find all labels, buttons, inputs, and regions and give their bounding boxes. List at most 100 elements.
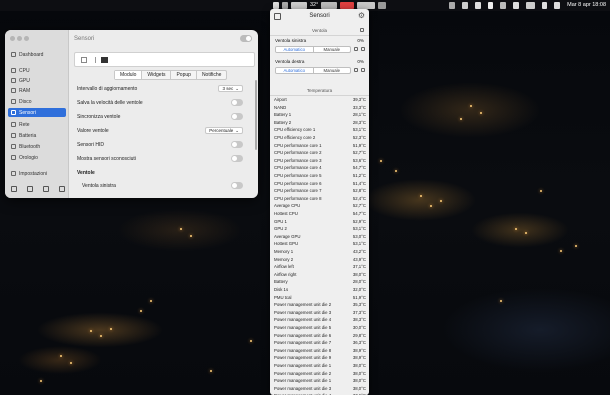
tab-popup[interactable]: Popup [171,71,197,79]
sensor-value: 43,9°C [352,256,366,262]
setting-toggle[interactable] [231,113,243,120]
sidebar-item-label: Rete [19,121,30,128]
sidebar-item-sensori[interactable]: Sensori [8,108,66,117]
menu-bar-clock[interactable]: Mar 8 apr 18:08 [567,0,606,11]
sensor-row: NAND 33,3°C [274,105,366,113]
scrollbar[interactable] [255,80,257,150]
battery-icon[interactable] [526,2,536,9]
sidebar-item-label: CPU [19,67,30,74]
wifi-icon[interactable] [513,2,520,9]
record-icon[interactable] [475,2,482,9]
network-icon [11,122,16,127]
disk-widget-icon[interactable] [378,2,387,9]
settings-sidebar: Dashboard CPU GPU RAM Disco Sensori Rete Batter… [5,30,69,198]
setting-row: Mostra sensori sconosciuti [77,154,249,164]
sensor-row: CPU performance core 6 51,4°C [274,181,366,189]
fan-off-icon[interactable] [354,68,358,72]
tab-widgets[interactable]: Widgets [142,71,172,79]
sensor-name: CPU performance core 4 [274,165,322,171]
sensor-row: Memory 2 43,9°C [274,257,366,265]
preview-widget-icon[interactable] [101,57,108,63]
city-light [250,340,252,342]
sensor-value: 39,3°C [352,97,366,102]
city-light [150,300,152,302]
play-icon[interactable] [488,2,494,9]
search-icon[interactable] [542,2,548,9]
fan-mode-automatic[interactable]: Automatico [276,68,314,73]
tab-modulo[interactable]: Modulo [115,71,143,79]
city-light [100,335,102,337]
sidebar-item-orologio[interactable]: Orologio [8,153,66,162]
module-enable-toggle[interactable] [240,35,252,42]
sidebar-item-gpu[interactable]: GPU [8,76,66,85]
sensor-row: CPU performance core 3 53,6°C [274,158,366,166]
fan-max-icon[interactable] [361,47,365,51]
ram-widget-icon[interactable] [291,2,307,9]
preview-sensor-icon[interactable] [81,57,87,63]
power-icon[interactable] [59,186,65,192]
app-icon[interactable] [462,2,469,9]
dropbox-icon[interactable] [449,2,456,9]
popup-title: Sensori [309,13,330,19]
sidebar-item-label: Batteria [19,132,37,139]
city-light [575,245,577,247]
sensor-value: 37,3°C [352,309,366,315]
zoom-window-button[interactable] [24,36,29,41]
sensor-value: 37,1°C [352,264,366,270]
gear-icon[interactable]: ⚙ [358,12,365,20]
sidebar-item-batteria[interactable]: Batteria [8,131,66,140]
sensor-name: Airflow left [274,264,294,270]
minimize-window-button[interactable] [17,36,22,41]
sidebar-item-bluetooth[interactable]: Bluetooth [8,142,66,151]
sidebar-item-ram[interactable]: RAM [8,86,66,95]
cpu-widget-icon[interactable] [273,2,279,9]
sensor-row: Power management unit die 5 30,0°C [274,325,366,333]
sidebar-item-disco[interactable]: Disco [8,97,66,106]
fan-off-icon[interactable] [354,47,358,51]
sensor-name: CPU performance core 8 [274,195,322,201]
setting-toggle[interactable] [231,155,243,162]
pause-icon[interactable] [43,186,49,192]
sensor-value: 54,7°C [352,211,366,216]
setting-toggle[interactable] [231,99,243,106]
setting-select[interactable]: 3 sec ⌄ [218,85,243,92]
setting-select[interactable]: Percentuale ⌄ [205,127,243,134]
sensors-widget-icon[interactable] [357,2,376,9]
sensor-value: 52,4°C [352,195,366,201]
setting-label: Salva la velocità delle ventole [77,100,143,106]
close-window-button[interactable] [10,36,15,41]
fan-max-icon[interactable] [361,68,365,72]
sensor-name: Power management unit die 9 [274,355,332,361]
sensor-value: 38,0°C [352,378,366,384]
sensor-row: Battery 2 28,3°C [274,120,366,128]
sensor-value: 32,0°C [352,287,366,292]
fan-mode-automatic[interactable]: Automatico [276,47,314,52]
city-light [395,170,397,172]
network-widget-icon[interactable] [321,2,338,9]
fan-mode-manual[interactable]: Manuale [314,68,351,73]
battery-widget-icon[interactable] [340,2,355,9]
city-light [90,330,92,332]
sidebar-item-settings[interactable]: Impostazioni [8,169,66,178]
sidebar-item-dashboard[interactable]: Dashboard [8,50,66,59]
sensor-name: Average CPU [274,203,301,209]
help-icon[interactable] [11,186,17,192]
sidebar-item-label: Impostazioni [19,170,48,177]
setting-toggle[interactable] [231,141,243,148]
sensor-name: Airport [274,97,287,102]
setting-toggle[interactable] [231,182,243,189]
fan-settings-icon[interactable] [360,28,364,32]
sidebar-item-rete[interactable]: Rete [8,120,66,129]
sensor-name: Power management unit die 2 [274,302,332,308]
heart-icon[interactable] [27,186,33,192]
divider [270,35,369,36]
control-center-icon[interactable] [554,2,561,9]
sidebar-item-cpu[interactable]: CPU [8,66,66,75]
tab-notifiche[interactable]: Notifiche [197,71,226,79]
gpu-widget-icon[interactable] [282,2,288,9]
fan-mode-control: Automatico Manuale [275,67,351,74]
fan-mode-manual[interactable]: Manuale [314,47,351,52]
sensor-value: 43,2°C [352,249,366,254]
cloud-icon[interactable] [500,2,507,9]
city-light [515,228,517,230]
